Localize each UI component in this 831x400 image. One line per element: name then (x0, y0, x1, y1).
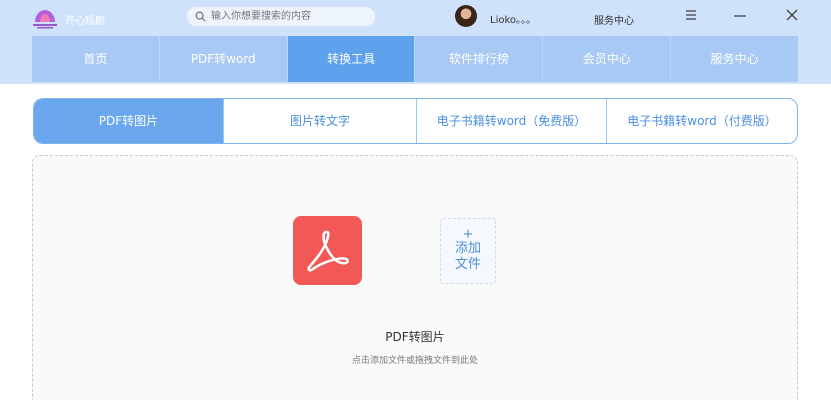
logo-icon (33, 10, 57, 29)
search-icon[interactable] (195, 11, 206, 22)
nav-item-software-ranking[interactable]: 软件排行榜 (415, 36, 544, 82)
avatar[interactable] (455, 5, 477, 27)
dropzone-hint: 点击添加文件或拖拽文件到此处 (351, 356, 478, 366)
add-file-label: 添加文件 (454, 241, 481, 272)
search-box[interactable] (186, 6, 376, 27)
pdf-icon (307, 230, 349, 272)
tab-ebook-to-word-free[interactable]: 电子书籍转word（免费版） (417, 99, 607, 143)
service-center-link[interactable]: 服务中心 (594, 12, 634, 27)
menu-icon[interactable] (683, 7, 699, 23)
nav-item-home[interactable]: 首页 (32, 36, 160, 82)
username[interactable]: Lioko。。。 (490, 11, 536, 26)
minimize-icon[interactable] (732, 7, 748, 23)
tab-ebook-to-word-paid[interactable]: 电子书籍转word（付费版） (607, 99, 797, 143)
add-file-button[interactable]: + 添加文件 (440, 218, 496, 284)
nav-item-pdf-to-word[interactable]: PDF转word (160, 36, 288, 82)
app-name: 开心短剧 (65, 16, 105, 27)
main-nav: 首页 PDF转word 转换工具 软件排行榜 会员中心 服务中心 (32, 36, 798, 82)
dropzone-title: PDF转图片 (385, 330, 445, 344)
tool-tabs: PDF转图片 图片转文字 电子书籍转word（免费版） 电子书籍转word（付费… (33, 98, 798, 144)
nav-item-member-center[interactable]: 会员中心 (543, 36, 672, 82)
nav-item-convert-tools[interactable]: 转换工具 (287, 36, 416, 82)
search-input[interactable] (211, 9, 371, 24)
file-dropzone[interactable]: + 添加文件 PDF转图片 点击添加文件或拖拽文件到此处 (32, 155, 798, 400)
tab-pdf-to-image[interactable]: PDF转图片 (34, 99, 224, 143)
nav-item-service-center[interactable]: 服务中心 (671, 36, 798, 82)
pdf-file-tile (293, 216, 362, 285)
tab-image-to-text[interactable]: 图片转文字 (224, 99, 417, 143)
close-icon[interactable] (784, 7, 800, 23)
plus-icon: + (462, 227, 474, 242)
